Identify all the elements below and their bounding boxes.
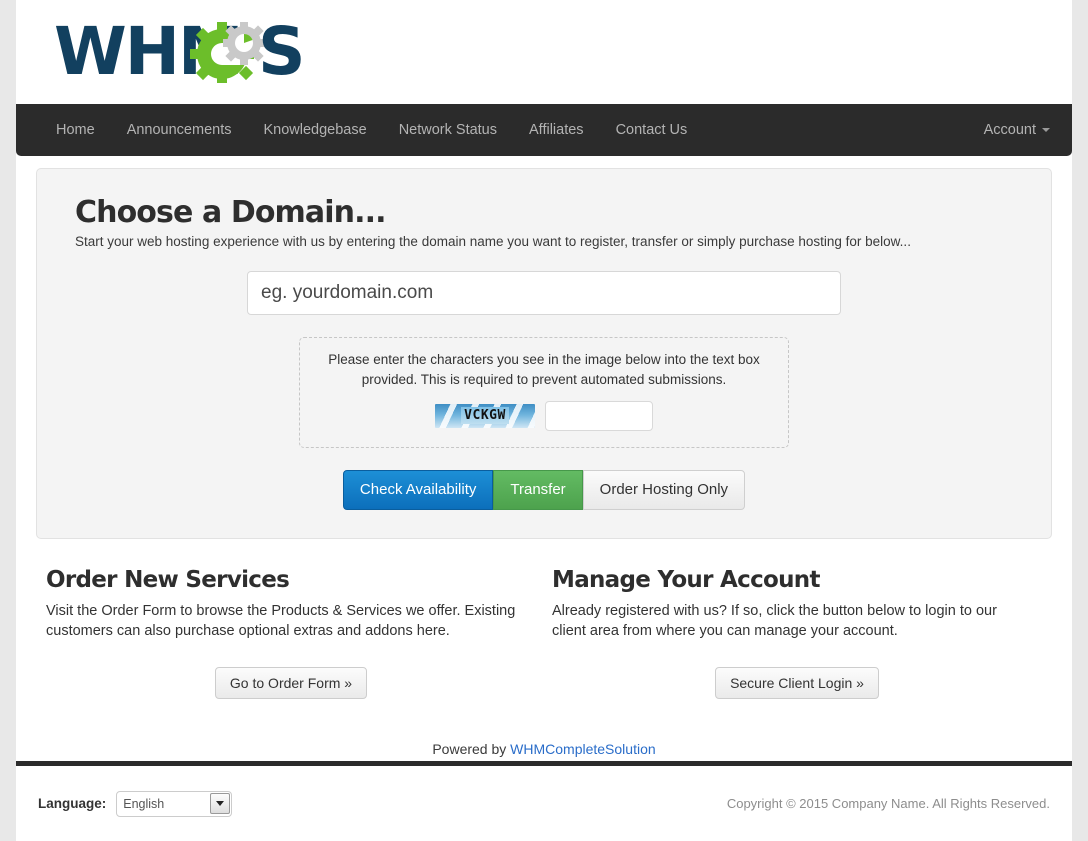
order-form-button-wrap: Go to Order Form » [46, 667, 536, 700]
order-new-services-title: Order New Services [46, 566, 290, 593]
powered-by-prefix: Powered by [432, 741, 511, 758]
check-availability-button[interactable]: Check Availability [342, 469, 494, 510]
language-label: Language: [38, 796, 107, 811]
page-root: WHM S Home Announcements Knowledgebase N… [0, 0, 1088, 841]
svg-text:S: S [258, 21, 306, 83]
site-header: WHM S [16, 0, 1072, 104]
main-content: Choose a Domain... Start your web hostin… [16, 156, 1072, 757]
language-select[interactable]: English [116, 790, 233, 817]
order-new-services-text: Visit the Order Form to browse the Produ… [46, 602, 516, 639]
site-footer: Language: English Copyright © 2015 Compa… [16, 766, 1072, 841]
domain-input-row [57, 271, 1031, 315]
domain-search-input[interactable] [247, 271, 841, 315]
captcha-input[interactable] [545, 400, 653, 431]
whmcs-logo-icon: WHM S [54, 21, 306, 83]
page-subtitle: Start your web hosting experience with u… [75, 234, 911, 249]
captcha-row: VCKGW [314, 400, 774, 431]
nav-item-contact-us[interactable]: Contact Us [600, 104, 704, 156]
transfer-button[interactable]: Transfer [493, 469, 583, 510]
captcha-container: Please enter the characters you see in t… [299, 337, 789, 448]
captcha-instructions: Please enter the characters you see in t… [328, 352, 760, 388]
choose-domain-panel: Choose a Domain... Start your web hostin… [36, 168, 1052, 539]
nav-item-network-status[interactable]: Network Status [383, 104, 513, 156]
language-select-wrap[interactable]: English [116, 790, 233, 817]
navbar-links: Home Announcements Knowledgebase Network… [40, 104, 703, 156]
nav-item-knowledgebase[interactable]: Knowledgebase [247, 104, 382, 156]
secure-client-login-button[interactable]: Secure Client Login » [715, 667, 879, 700]
navbar-account[interactable]: Account [968, 104, 1050, 156]
chevron-down-icon [1042, 128, 1050, 133]
footer-inner: Language: English Copyright © 2015 Compa… [16, 766, 1072, 841]
nav-item-account[interactable]: Account [968, 104, 1050, 156]
page-container: WHM S Home Announcements Knowledgebase N… [16, 0, 1072, 841]
nav-item-affiliates[interactable]: Affiliates [513, 104, 600, 156]
whmcs-logo[interactable]: WHM S [54, 14, 326, 90]
whmcs-link[interactable]: WHMCompleteSolution [510, 741, 656, 757]
manage-account-text: Already registered with us? If so, click… [552, 602, 997, 639]
manage-account-title: Manage Your Account [552, 566, 820, 593]
client-login-button-wrap: Secure Client Login » [552, 667, 1042, 700]
account-label: Account [983, 122, 1036, 138]
nav-item-home[interactable]: Home [40, 104, 111, 156]
manage-account-column: Manage Your Account Already registered w… [544, 567, 1050, 700]
powered-by: Powered by WHMCompleteSolution [16, 741, 1072, 757]
main-navbar: Home Announcements Knowledgebase Network… [16, 104, 1072, 156]
copyright-text: Copyright © 2015 Company Name. All Right… [726, 796, 1050, 811]
captcha-code-text: VCKGW [461, 407, 509, 424]
order-hosting-only-button[interactable]: Order Hosting Only [582, 469, 746, 510]
order-new-services-column: Order New Services Visit the Order Form … [38, 567, 544, 700]
nav-item-announcements[interactable]: Announcements [111, 104, 248, 156]
page-title: Choose a Domain... [75, 195, 386, 230]
domain-action-buttons: Check Availability Transfer Order Hostin… [57, 469, 1031, 510]
go-to-order-form-button[interactable]: Go to Order Form » [214, 667, 368, 700]
info-columns: Order New Services Visit the Order Form … [38, 567, 1050, 700]
captcha-image: VCKGW [435, 403, 535, 428]
